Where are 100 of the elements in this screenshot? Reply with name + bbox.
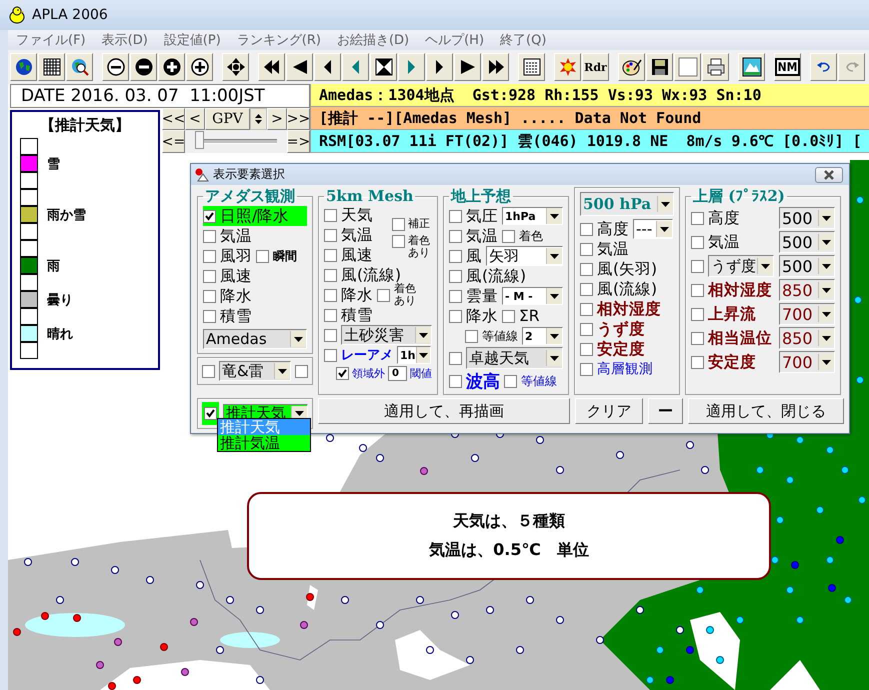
checkbox[interactable]: [504, 374, 517, 388]
toolbar-button[interactable]: [38, 53, 65, 81]
dropdown[interactable]: Amedas: [203, 329, 307, 349]
checkbox[interactable]: [691, 236, 704, 248]
checkbox[interactable]: [203, 250, 216, 262]
next-button[interactable]: >: [267, 108, 287, 130]
dropdown[interactable]: 850: [779, 279, 835, 301]
checkbox[interactable]: [580, 282, 593, 296]
toolbar-button[interactable]: [738, 53, 765, 81]
back-button[interactable]: <=: [162, 130, 185, 153]
menu-item[interactable]: ファイル(F): [8, 31, 94, 49]
checkbox[interactable]: [295, 364, 308, 378]
last-button[interactable]: >>: [287, 108, 310, 130]
checkbox[interactable]: [202, 364, 215, 378]
checkbox[interactable]: [691, 332, 704, 344]
checkbox[interactable]: [449, 290, 462, 302]
dropdown[interactable]: 500: [779, 207, 835, 229]
checkbox[interactable]: [449, 310, 462, 322]
checkbox[interactable]: [392, 218, 405, 231]
checkbox[interactable]: [502, 310, 515, 322]
toolbar-button[interactable]: [370, 53, 397, 81]
checkbox[interactable]: [324, 308, 337, 322]
toolbar-button[interactable]: [186, 53, 213, 81]
checkbox[interactable]: [203, 290, 216, 302]
spinner[interactable]: [250, 108, 267, 130]
checkbox[interactable]: [580, 222, 593, 236]
threshold-field[interactable]: 0: [388, 366, 407, 380]
toolbar-button[interactable]: [518, 53, 545, 81]
dropdown[interactable]: 土砂災害: [341, 325, 432, 345]
previous-button[interactable]: <: [185, 108, 205, 130]
checkbox[interactable]: [691, 212, 704, 224]
checkbox[interactable]: [580, 302, 593, 316]
apply-close-button[interactable]: 適用して、閉じる: [688, 398, 844, 424]
toolbar-button[interactable]: [258, 53, 285, 81]
forward-button[interactable]: =>: [287, 130, 310, 153]
menu-item[interactable]: ヘルプ(H): [417, 31, 492, 49]
checkbox[interactable]: [580, 322, 593, 336]
dropdown-option[interactable]: 推計気温: [218, 435, 310, 451]
checkbox[interactable]: [324, 268, 337, 282]
toolbar-button[interactable]: [618, 53, 645, 81]
dropdown[interactable]: 矢羽: [486, 246, 563, 266]
checkbox[interactable]: [203, 310, 216, 322]
toolbar-button[interactable]: [482, 53, 509, 81]
toolbar-button[interactable]: [286, 53, 313, 81]
checkbox[interactable]: [465, 330, 478, 342]
menu-item[interactable]: お絵描き(D): [328, 31, 418, 49]
dropdown[interactable]: 500: [779, 255, 835, 277]
dropdown[interactable]: - M -: [502, 287, 563, 305]
checkbox[interactable]: [392, 234, 405, 248]
checkbox[interactable]: [449, 230, 462, 242]
slider-thumb[interactable]: [195, 131, 204, 149]
radar-button[interactable]: Rdr: [582, 53, 609, 81]
checkbox[interactable]: [449, 374, 462, 388]
apply-redraw-button[interactable]: 適用して、再描画: [318, 398, 570, 424]
checkbox[interactable]: [324, 348, 337, 362]
close-button[interactable]: [815, 166, 843, 182]
dropdown[interactable]: 700: [779, 303, 835, 325]
checkbox[interactable]: [324, 288, 337, 302]
menu-item[interactable]: 終了(Q): [492, 31, 554, 49]
checkbox[interactable]: [203, 210, 216, 222]
checkbox[interactable]: [324, 328, 337, 342]
toolbar-button[interactable]: [810, 53, 837, 81]
menu-item[interactable]: 設定値(P): [156, 31, 229, 49]
dropdown[interactable]: 1h: [397, 346, 431, 364]
dropdown[interactable]: 850: [779, 327, 835, 349]
nm-button[interactable]: NM: [774, 53, 801, 81]
dropdown[interactable]: 500: [779, 231, 835, 253]
checkbox[interactable]: [691, 260, 704, 272]
toolbar-button[interactable]: [426, 53, 453, 81]
dropdown[interactable]: 2: [522, 327, 563, 345]
checkbox[interactable]: [580, 342, 593, 356]
dropdown[interactable]: うず度: [708, 255, 774, 277]
checkbox[interactable]: [502, 230, 515, 242]
checkbox[interactable]: [256, 250, 269, 262]
dropdown[interactable]: 竜&雷: [219, 361, 291, 381]
toolbar-button[interactable]: [66, 53, 93, 81]
checkbox[interactable]: [449, 270, 462, 282]
checkbox[interactable]: [203, 230, 216, 242]
toolbar-button[interactable]: [130, 53, 157, 81]
clear-button[interactable]: クリア: [575, 398, 643, 424]
checkbox[interactable]: [449, 250, 462, 262]
checkbox[interactable]: [449, 210, 462, 222]
toolbar-button[interactable]: [646, 53, 673, 81]
toolbar-button[interactable]: [222, 53, 249, 81]
checkbox[interactable]: [691, 284, 704, 296]
checkbox[interactable]: [324, 248, 337, 262]
dropdown[interactable]: 1hPa: [502, 207, 563, 225]
dropdown[interactable]: 500 hPa: [580, 192, 674, 216]
menu-item[interactable]: ランキング(R): [228, 31, 329, 49]
minimize-button[interactable]: ー: [648, 398, 683, 424]
checkbox[interactable]: [203, 270, 216, 282]
checkbox[interactable]: [377, 288, 390, 302]
dropdown[interactable]: ---: [633, 219, 673, 239]
toolbar-button[interactable]: [454, 53, 481, 81]
dropdown[interactable]: 卓越天気: [466, 347, 563, 369]
gpv-button[interactable]: GPV: [205, 108, 250, 130]
toolbar-button[interactable]: [102, 53, 129, 81]
toolbar-button[interactable]: [702, 53, 729, 81]
checkbox[interactable]: [580, 362, 593, 376]
checkbox[interactable]: [580, 242, 593, 256]
